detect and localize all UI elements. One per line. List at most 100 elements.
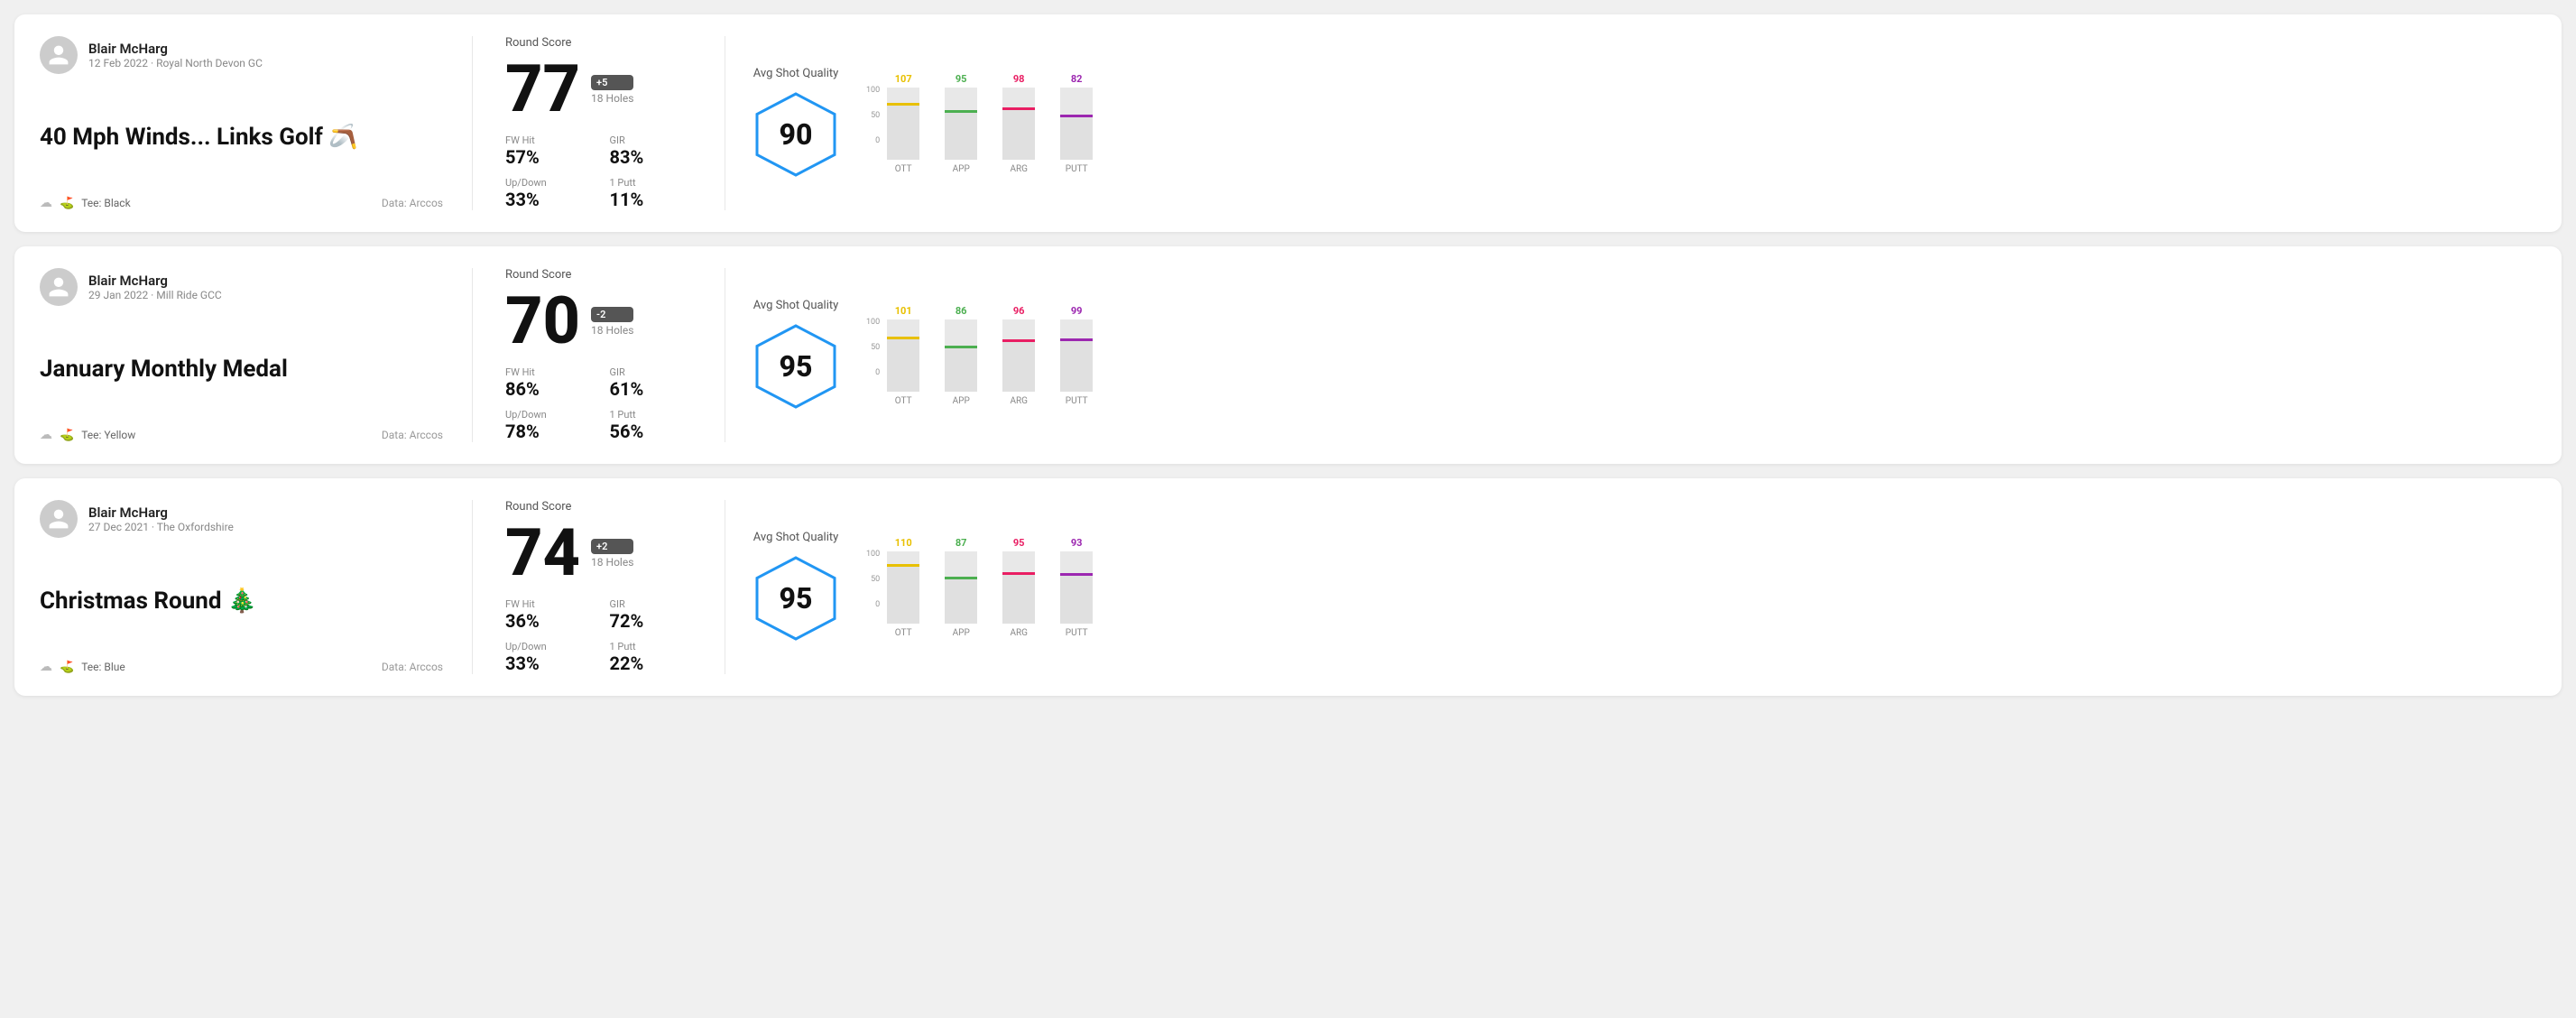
- stat-value-oneputt: 11%: [610, 189, 693, 210]
- player-meta: 12 Feb 2022 · Royal North Devon GC: [88, 57, 263, 69]
- quality-score: 90: [780, 117, 813, 152]
- bar-col-ott: 110 OTT: [883, 537, 923, 638]
- y-axis: 100 50 0: [866, 305, 883, 377]
- stat-oneputt: 1 Putt 11%: [610, 177, 693, 210]
- bar-value-app: 87: [956, 537, 967, 549]
- bar-label-arg: ARG: [1010, 396, 1028, 406]
- stat-value-fw-hit: 86%: [505, 378, 588, 400]
- holes-label: 18 Holes: [591, 556, 633, 569]
- bar-fill-arg: [1002, 575, 1035, 624]
- bar-chart-wrapper: 100 50 0 107OTT95APP98ARG82PUTT: [866, 73, 1096, 174]
- bar-chart: 101OTT86APP96ARG99PUTT: [883, 305, 1096, 406]
- round-right-section: Avg Shot Quality 95 100 50 0 101OTT86APP…: [725, 268, 2536, 442]
- score-badge-col: +518 Holes: [591, 75, 633, 105]
- y-label-0: 0: [866, 136, 880, 145]
- score-diff-badge: -2: [591, 307, 633, 322]
- bar-value-ott: 110: [895, 537, 912, 549]
- round-score-label: Round Score: [505, 268, 692, 282]
- round-score-label: Round Score: [505, 500, 692, 514]
- big-score: 77: [505, 57, 580, 122]
- bar-label-ott: OTT: [895, 628, 912, 638]
- data-source: Data: Arccos: [382, 429, 443, 441]
- stat-oneputt: 1 Putt 56%: [610, 409, 693, 442]
- bar-col-arg: 95ARG: [999, 537, 1039, 638]
- bar-area-arg: [1002, 319, 1035, 392]
- player-header: Blair McHarg27 Dec 2021 · The Oxfordshir…: [40, 500, 443, 538]
- bar-area-ott: [887, 551, 919, 624]
- bar-fill-ott: [887, 339, 919, 392]
- player-meta: 27 Dec 2021 · The Oxfordshire: [88, 521, 234, 533]
- round-right-section: Avg Shot Quality 90 100 50 0 107OTT95APP…: [725, 36, 2536, 210]
- stat-label-fw-hit: FW Hit: [505, 366, 588, 378]
- bar-label-app: APP: [953, 164, 970, 174]
- bar-marker-arg: [1002, 339, 1035, 342]
- stat-value-oneputt: 56%: [610, 421, 693, 442]
- bar-area-ott: [887, 88, 919, 160]
- holes-label: 18 Holes: [591, 92, 633, 105]
- bar-fill-putt: [1060, 117, 1093, 159]
- round-title: January Monthly Medal: [40, 356, 443, 383]
- bar-chart-wrapper: 100 50 0 101OTT86APP96ARG99PUTT: [866, 305, 1096, 406]
- player-header: Blair McHarg29 Jan 2022 · Mill Ride GCC: [40, 268, 443, 306]
- round-mid-section: Round Score77+518 Holes FW Hit 57% GIR 8…: [473, 36, 725, 210]
- round-card: Blair McHarg27 Dec 2021 · The Oxfordshir…: [14, 478, 2562, 696]
- stat-value-gir: 72%: [610, 610, 693, 632]
- stat-label-updown: Up/Down: [505, 409, 588, 421]
- hexagon: 90: [751, 89, 841, 180]
- y-label-0: 0: [866, 368, 880, 377]
- stat-value-fw-hit: 57%: [505, 146, 588, 168]
- bar-label-app: APP: [953, 396, 970, 406]
- bar-fill-ott: [887, 567, 919, 623]
- round-left-section: Blair McHarg12 Feb 2022 · Royal North De…: [40, 36, 473, 210]
- bar-marker-ott: [887, 564, 919, 567]
- bar-col-arg: 96ARG: [999, 305, 1039, 406]
- bar-col-app: 95APP: [941, 73, 981, 174]
- avatar: [40, 500, 78, 538]
- player-header: Blair McHarg12 Feb 2022 · Royal North De…: [40, 36, 443, 74]
- score-badge-col: -218 Holes: [591, 307, 633, 337]
- weather-icon: ☁: [40, 196, 52, 210]
- round-card: Blair McHarg29 Jan 2022 · Mill Ride GCC J…: [14, 246, 2562, 464]
- bar-label-putt: PUTT: [1066, 164, 1088, 174]
- card-footer: ☁ ⛳ Tee: Black Data: Arccos: [40, 196, 443, 210]
- stat-oneputt: 1 Putt 22%: [610, 641, 693, 674]
- stat-label-updown: Up/Down: [505, 641, 588, 652]
- bag-icon: ⛳: [60, 429, 74, 442]
- player-info: Blair McHarg12 Feb 2022 · Royal North De…: [88, 41, 263, 69]
- stat-value-updown: 33%: [505, 652, 588, 674]
- score-row: 77 +518 Holes: [505, 57, 692, 122]
- round-mid-section: Round Score 70 -218 Holes FW Hit 86% GIR 6…: [473, 268, 725, 442]
- bar-label-putt: PUTT: [1066, 628, 1088, 638]
- quality-container: Avg Shot Quality 95 100 50 0 110OTT87APP…: [751, 531, 1096, 643]
- stat-fw-hit: FW Hit 57%: [505, 134, 588, 168]
- stat-gir: GIR 61%: [610, 366, 693, 400]
- stat-label-fw-hit: FW Hit: [505, 598, 588, 610]
- bar-chart: 110OTT87APP95ARG93PUTT: [883, 537, 1096, 638]
- bar-col-putt: 99PUTT: [1057, 305, 1096, 406]
- stat-label-gir: GIR: [610, 134, 693, 146]
- bag-icon: ⛳: [60, 661, 74, 674]
- stat-label-gir: GIR: [610, 366, 693, 378]
- score-badge-col: +218 Holes: [591, 539, 633, 569]
- bar-value-putt: 82: [1071, 73, 1083, 85]
- y-axis: 100 50 0: [866, 537, 883, 609]
- bar-col-arg: 98ARG: [999, 73, 1039, 174]
- bar-area-putt: [1060, 88, 1093, 160]
- bar-label-ott: OTT: [895, 396, 912, 406]
- stat-value-updown: 78%: [505, 421, 588, 442]
- stat-value-fw-hit: 36%: [505, 610, 588, 632]
- bar-label-arg: ARG: [1010, 628, 1028, 638]
- bar-value-arg: 98: [1013, 73, 1025, 85]
- bar-chart-wrapper: 100 50 0 110OTT87APP95ARG93PUTT: [866, 537, 1096, 638]
- data-source: Data: Arccos: [382, 197, 443, 209]
- bar-marker-putt: [1060, 573, 1093, 576]
- tee-info: ☁ ⛳ Tee: Yellow: [40, 428, 135, 442]
- score-row: 70 -218 Holes: [505, 289, 692, 354]
- player-name: Blair McHarg: [88, 504, 234, 521]
- big-score: 70: [505, 289, 580, 354]
- y-label-50: 50: [866, 575, 880, 584]
- bar-area-putt: [1060, 551, 1093, 624]
- stats-grid: FW Hit 86% GIR 61% Up/Down 78% 1 Putt 56…: [505, 366, 692, 442]
- y-axis: 100 50 0: [866, 73, 883, 145]
- weather-icon: ☁: [40, 428, 52, 442]
